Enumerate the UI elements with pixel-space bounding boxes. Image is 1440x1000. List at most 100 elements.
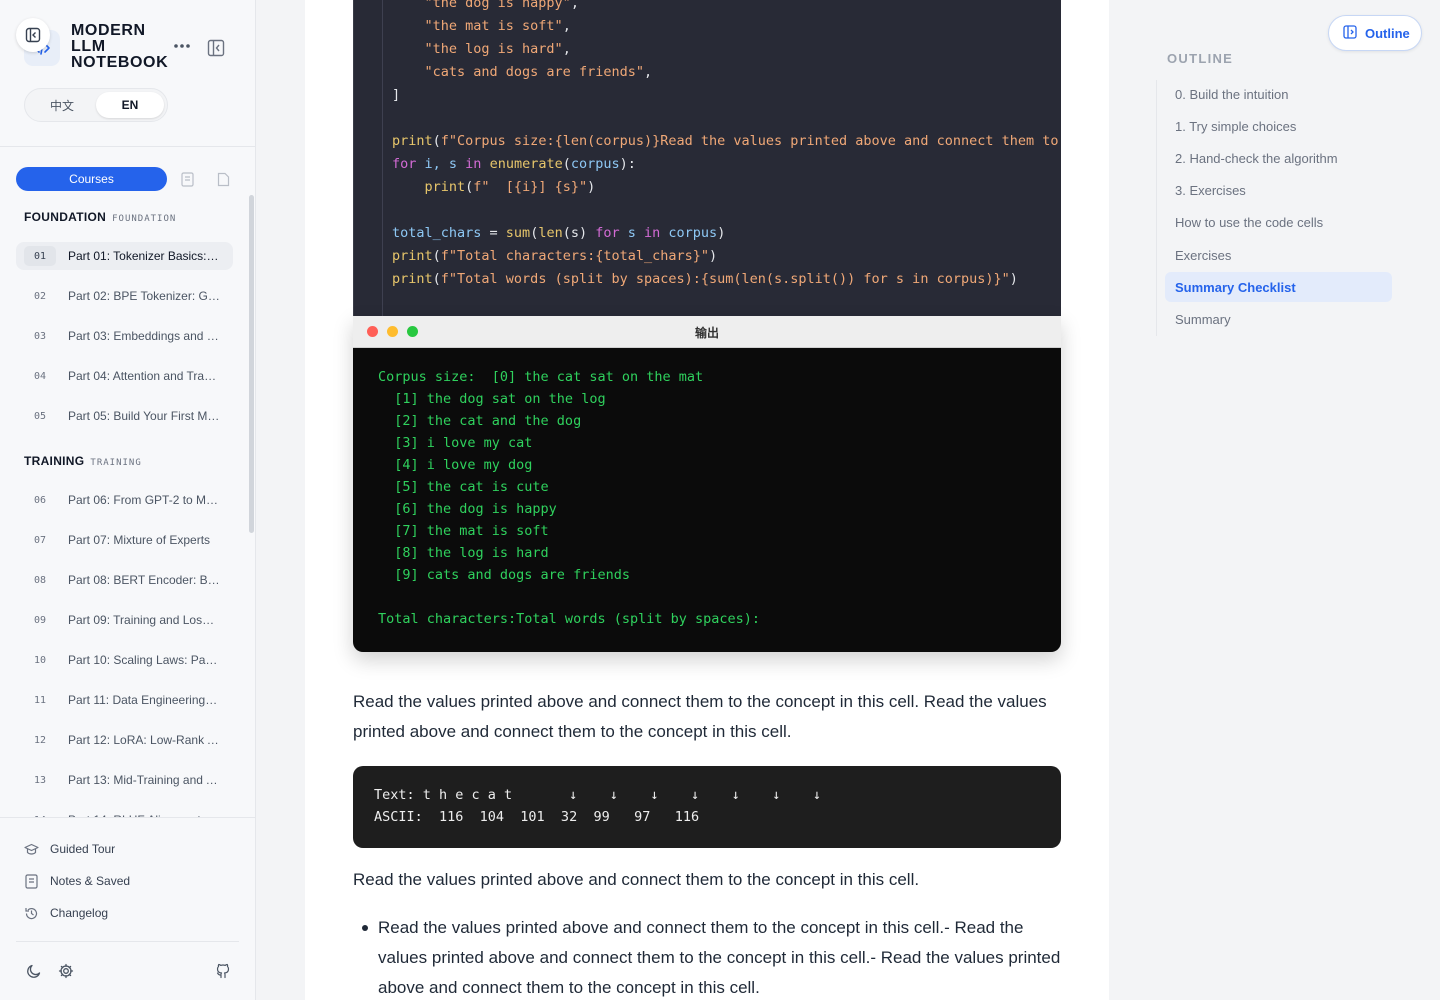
code-token: "the log is hard" — [424, 41, 563, 57]
courses-tab[interactable]: Courses — [16, 167, 167, 191]
output-line: Total characters:Total words (split by s… — [378, 611, 761, 627]
bullet-item: Read the values printed above and connec… — [353, 913, 1065, 1000]
code-token: , — [643, 64, 653, 80]
sidebar-item-part-11[interactable]: 11 Part 11: Data Engineering: Pipelines — [16, 686, 233, 714]
output-line: [8] the log is hard — [378, 545, 549, 561]
output-line: Corpus size: [0] the cat sat on the mat — [378, 369, 704, 385]
sidebar-item-label: Part 02: BPE Tokenizer: GPT-Style Merges — [68, 289, 220, 303]
code-token: , — [562, 41, 571, 57]
sidebar-item-label: Part 10: Scaling Laws: Parameters and Da… — [68, 653, 220, 667]
sidebar-item-label: Part 07: Mixture of Experts — [68, 533, 211, 547]
sidebar-item-label: Part 08: BERT Encoder: Bidirectional — [68, 573, 220, 587]
outline-item[interactable]: Summary Checklist — [1165, 272, 1392, 302]
language-option-zh[interactable]: 中文 — [28, 92, 96, 118]
settings-gear-icon[interactable] — [57, 962, 75, 980]
code-token: , — [570, 0, 579, 11]
code-token: corpus — [570, 156, 620, 172]
code-line: "the mat is soft", — [392, 15, 1060, 38]
sidebar-item-number: 08 — [33, 574, 47, 586]
sidebar-item-part-08[interactable]: 08 Part 08: BERT Encoder: Bidirectional — [16, 566, 233, 594]
sidebar-item-number: 01 — [24, 246, 56, 266]
history-icon — [24, 906, 39, 921]
section-title: FOUNDATION — [24, 210, 107, 224]
code-line: total_chars = sum(len(s) for s in corpus… — [392, 222, 1060, 245]
code-token: sum — [505, 225, 531, 241]
code-line: for i, s in enumerate(corpus): — [392, 153, 1060, 176]
output-line: [9] cats and dogs are friends — [378, 567, 630, 583]
sidebar-item-part-09[interactable]: 09 Part 09: Training and Loss Functions — [16, 606, 233, 634]
sidebar-item-part-07[interactable]: 07 Part 07: Mixture of Experts — [16, 526, 233, 554]
notes-saved-link[interactable]: Notes & Saved — [24, 871, 130, 891]
sidebar-item-part-13[interactable]: 13 Part 13: Mid-Training and Annealing — [16, 766, 233, 794]
code-token: i, s — [416, 156, 466, 172]
sidebar-item-part-03[interactable]: 03 Part 03: Embeddings and Position — [16, 322, 233, 350]
changelog-link[interactable]: Changelog — [24, 903, 108, 923]
notebook-tab-icon[interactable] — [179, 171, 195, 187]
sidebar-item-part-14[interactable]: 14Part 14: RLHF Alignment: — [16, 806, 233, 817]
outline-item[interactable]: 1. Try simple choices — [1165, 111, 1392, 141]
outline-item[interactable]: Exercises — [1165, 240, 1392, 270]
code-token: (s) — [562, 225, 596, 241]
sidebar-item-part-10[interactable]: 10 Part 10: Scaling Laws: Parameters and … — [16, 646, 233, 674]
code-token: print — [392, 271, 433, 287]
more-options-button[interactable] — [172, 36, 192, 56]
app-title: MODERN LLM NOTEBOOK — [71, 22, 169, 71]
code-token: f"Total words (split by spaces):{sum(len… — [440, 271, 1010, 287]
code-token: ( — [432, 248, 441, 264]
section-title: TRAINING — [24, 454, 85, 468]
language-option-en[interactable]: EN — [96, 92, 164, 118]
graduation-cap-icon — [24, 842, 39, 857]
code-editor[interactable]: "the dog is happy", "the mat is soft", "… — [392, 0, 1060, 312]
outline-item[interactable]: How to use the code cells — [1165, 207, 1392, 237]
code-token: "the mat is soft" — [424, 18, 563, 34]
outline-rail — [1156, 80, 1157, 336]
sidebar-item-part-02[interactable]: 02 Part 02: BPE Tokenizer: GPT-Style Merg… — [16, 282, 233, 310]
code-token: print — [392, 133, 433, 149]
sidebar-item-number: 14 — [24, 810, 56, 818]
guided-tour-link[interactable]: Guided Tour — [24, 839, 115, 859]
file-tab-icon[interactable] — [215, 171, 231, 187]
footer-divider — [16, 941, 239, 942]
github-icon[interactable] — [214, 962, 232, 980]
outline-item[interactable]: 2. Hand-check the algorithm — [1165, 143, 1392, 173]
outline-item[interactable]: 0. Build the intuition — [1165, 79, 1392, 109]
output-line: [3] i love my cat — [378, 435, 533, 451]
output-line: [2] the cat and the dog — [378, 413, 582, 429]
section-foundation: FOUNDATION FOUNDATION — [24, 210, 176, 224]
code-token: s — [619, 225, 645, 241]
sidebar-item-label: Part 11: Data Engineering: Pipelines — [68, 693, 220, 707]
sidebar-item-number: 09 — [33, 614, 47, 626]
sidebar-item-label: Part 06: From GPT-2 to Modern LLMs — [68, 493, 220, 507]
outline-item[interactable]: Summary — [1165, 304, 1392, 334]
sidebar-item-label: Part 03: Embeddings and Position — [68, 329, 220, 343]
outline-toggle-button[interactable]: Outline — [1328, 15, 1422, 51]
sidebar-item-number: 04 — [33, 370, 47, 382]
sidebar-item-part-04[interactable]: 04 Part 04: Attention and Transformer Blo… — [16, 362, 233, 390]
code-token: "the dog is happy" — [424, 0, 571, 11]
collapse-sidebar-button[interactable] — [16, 18, 50, 52]
section-subtitle: FOUNDATION — [112, 214, 177, 224]
output-title-bar: 输出 — [353, 316, 1061, 348]
code-token: enumerate — [489, 156, 563, 172]
sidebar-item-part-01[interactable]: 01 Part 01: Tokenizer Basics: Text to Num… — [16, 242, 233, 270]
sidebar-item-part-12[interactable]: 12 Part 12: LoRA: Low-Rank Adaptation — [16, 726, 233, 754]
bullet-list: Read the values printed above and connec… — [353, 913, 1065, 1000]
sidebar-item-part-05[interactable]: 05 Part 05: Build Your First Model — [16, 402, 233, 430]
sidebar-item-label: Part 09: Training and Loss Functions — [68, 613, 220, 627]
outline-item[interactable]: 3. Exercises — [1165, 175, 1392, 205]
outline-button-label: Outline — [1365, 25, 1410, 41]
footer-link-label: Notes & Saved — [50, 874, 131, 888]
panel-toggle-button[interactable] — [206, 38, 226, 58]
code-token: print — [424, 179, 466, 195]
dark-mode-icon[interactable] — [25, 962, 43, 980]
sidebar-footer: Guided Tour Notes & Saved Changelog — [0, 817, 255, 1000]
code-token: f" [{i}] {s}" — [473, 179, 588, 195]
language-toggle: 中文 EN — [24, 88, 168, 122]
code-token: , — [562, 18, 571, 34]
sidebar-item-part-06[interactable]: 06 Part 06: From GPT-2 to Modern LLMs — [16, 486, 233, 514]
